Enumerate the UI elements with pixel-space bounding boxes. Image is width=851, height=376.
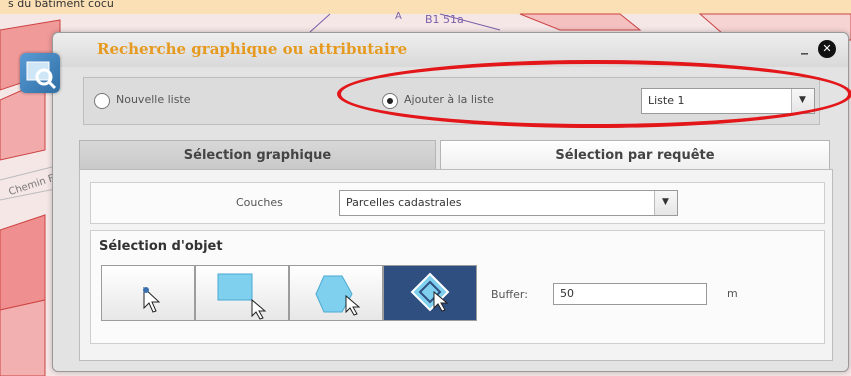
- object-selection-title: Sélection d'objet: [99, 239, 223, 254]
- couches-select-value: Parcelles cadastrales: [346, 196, 462, 209]
- hexagon-select-icon: [315, 275, 361, 316]
- tab-selection-requete[interactable]: Sélection par requête: [440, 140, 830, 172]
- map-parcel-letter: A: [395, 11, 402, 22]
- buffer-unit: m: [727, 287, 738, 300]
- new-list-radio[interactable]: [94, 93, 110, 109]
- couches-row: Couches Parcelles cadastrales ▼: [90, 182, 825, 224]
- couches-label: Couches: [236, 196, 283, 209]
- tab-content-panel: Couches Parcelles cadastrales ▼ Sélectio…: [79, 169, 833, 361]
- polygon-select-button[interactable]: [289, 265, 383, 321]
- map-parcel-label: B1 51a: [425, 13, 464, 26]
- search-app-icon: [20, 53, 60, 93]
- buffer-label: Buffer:: [491, 288, 528, 301]
- selection-tabs: Sélection graphique Sélection par requêt…: [79, 140, 831, 172]
- map-top-text: s du bâtiment cocu: [8, 0, 114, 10]
- rectangle-select-icon: [217, 273, 267, 320]
- buffer-value: 50: [560, 287, 574, 300]
- chevron-down-icon[interactable]: ▼: [654, 191, 677, 215]
- dialog-title: Recherche graphique ou attributaire: [97, 40, 408, 58]
- buffer-input[interactable]: 50: [553, 283, 707, 305]
- object-selection-box: Sélection d'objet Buffer: 50 m: [90, 230, 825, 344]
- dialog-header[interactable]: Recherche graphique ou attributaire _ ✕: [53, 33, 848, 67]
- new-list-label[interactable]: Nouvelle liste: [116, 93, 191, 106]
- annotation-ellipse: [337, 60, 851, 128]
- rectangle-select-button[interactable]: [195, 265, 289, 321]
- object-select-button[interactable]: [383, 265, 477, 321]
- minimize-button[interactable]: _: [801, 39, 808, 55]
- couches-select[interactable]: Parcelles cadastrales ▼: [339, 190, 678, 216]
- tab-selection-graphique[interactable]: Sélection graphique: [79, 140, 436, 172]
- close-button[interactable]: ✕: [818, 40, 836, 58]
- diamond-select-icon: [410, 272, 450, 312]
- pointer-click-icon: [143, 286, 161, 313]
- point-select-button[interactable]: [101, 265, 195, 321]
